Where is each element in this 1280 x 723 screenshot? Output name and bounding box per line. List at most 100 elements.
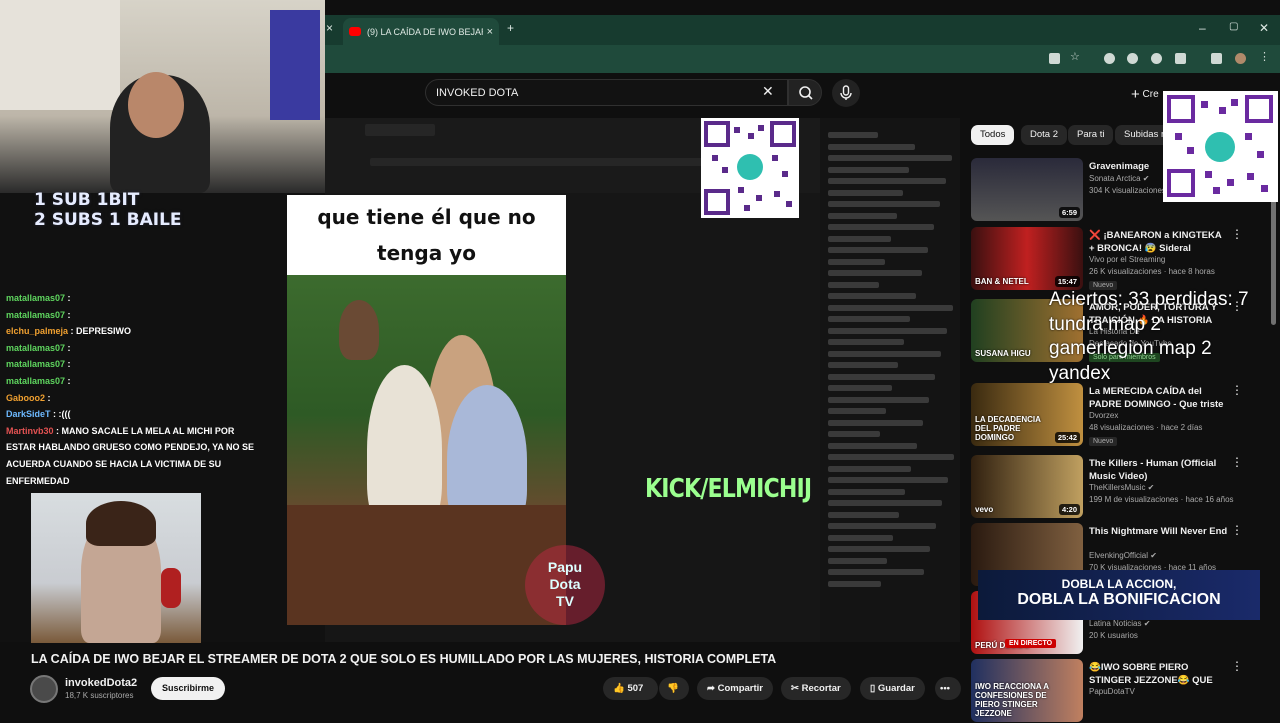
thumbnail-text: SUSANA HIGU — [975, 349, 1031, 358]
stream-chat-line — [828, 488, 905, 495]
chat-username: matallamas07 — [6, 359, 66, 370]
clip-button[interactable]: ✂ Recortar — [781, 677, 851, 700]
recommendation-meta: 20 K usuarios — [1089, 631, 1138, 640]
subs-promo-banner: 1 SUB 1BIT 2 SUBS 1 BAILE — [34, 190, 182, 230]
video-thumbnail[interactable]: 6:59 — [971, 158, 1083, 221]
save-button[interactable]: ▯ Guardar — [860, 677, 925, 700]
stream-chat-line — [828, 350, 941, 357]
browser-menu-icon[interactable]: ⋮ — [1259, 50, 1270, 63]
chat-username: matallamas07 — [6, 375, 66, 386]
new-tab-button[interactable]: + — [507, 21, 514, 35]
video-thumbnail[interactable]: BAN & NETEL 15:47 — [971, 227, 1083, 290]
filter-chip[interactable]: Todos — [971, 125, 1015, 145]
qr-code-image — [1163, 91, 1278, 202]
status-badge: Nuevo — [1089, 437, 1118, 446]
chat-text: : — [65, 342, 71, 353]
recommendation-channel[interactable]: Sonata Arctica ✔ — [1089, 174, 1150, 183]
stream-chat-line — [828, 580, 881, 587]
chat-text: : — [65, 359, 71, 370]
recommendation-title[interactable]: La MERECIDA CAÍDA del PADRE DOMINGO - Qu… — [1089, 385, 1229, 411]
filter-chip[interactable]: Dota 2 — [1021, 125, 1067, 145]
bookmark-star-icon[interactable]: ☆ — [1070, 50, 1081, 63]
recommendation-title[interactable]: The Killers - Human (Official Music Vide… — [1089, 457, 1229, 483]
stream-chat-line — [828, 339, 904, 345]
extensions-puzzle-icon[interactable] — [1175, 53, 1186, 64]
more-options-icon[interactable]: ⋮ — [1231, 523, 1243, 537]
overlay-chat-message: DarkSideT : :((( — [6, 406, 256, 423]
microphone-icon — [840, 85, 852, 100]
qr-code-image — [701, 118, 799, 218]
tab-title: (9) LA CAÍDA DE IWO BEJAR EL — [367, 26, 483, 37]
recommendation-meta: 26 K visualizaciones · hace 8 horas — [1089, 267, 1215, 276]
media-control-icon[interactable] — [1211, 53, 1222, 64]
like-button[interactable]: 👍 507 — [603, 677, 658, 700]
extension-icon[interactable] — [1104, 53, 1115, 64]
recommendation-channel[interactable]: TheKillersMusic ✔ — [1089, 483, 1154, 492]
extension-icon[interactable] — [1127, 53, 1138, 64]
recommendation-title[interactable]: ❌ ¡BANEARON a KINGTEKA + BRONCA! 😰 Sider… — [1089, 229, 1229, 255]
voice-search-button[interactable] — [832, 79, 860, 107]
more-options-icon[interactable]: ⋮ — [1231, 455, 1243, 469]
more-actions-button[interactable]: ••• — [935, 677, 961, 700]
window-close-button[interactable]: ✕ — [1259, 21, 1269, 35]
duration-badge: 4:20 — [1058, 504, 1080, 515]
window-maximize-button[interactable]: ▢ — [1229, 21, 1238, 32]
overlay-chat-message: elchu_palmeja : DEPRESIWO — [6, 323, 256, 340]
recommendation-item[interactable]: LA DECADENCIA DEL PADRE DOMINGO 25:42 La M… — [971, 383, 1271, 447]
stream-chat-line — [828, 362, 898, 368]
chat-username: Martinvb30 — [6, 425, 54, 436]
video-thumbnail[interactable]: IWO REACCIONA A CONFESIONES DE PIERO STI… — [971, 659, 1083, 722]
poster — [270, 10, 320, 120]
dislike-button[interactable]: 👎 — [659, 677, 689, 700]
recommendation-meta: 304 K visualizaciones — [1089, 186, 1166, 195]
create-button[interactable]: + Cre — [1131, 86, 1159, 103]
recommendation-channel[interactable]: Vivo por el Streaming — [1089, 255, 1165, 264]
plus-icon: + — [1131, 86, 1140, 103]
create-label: Cre — [1142, 89, 1159, 100]
chat-text: : — [65, 309, 71, 320]
profile-avatar[interactable] — [1235, 53, 1246, 64]
promo-banner[interactable]: DOBLA LA ACCION, DOBLA LA BONIFICACION — [978, 570, 1260, 620]
overlay-chat-message: matallamas07 : — [6, 373, 256, 390]
stream-chat-line — [828, 212, 897, 219]
overlay-chat-message: Martinvb30 : MANO SACALE LA MELA AL MICH… — [6, 423, 256, 489]
video-thumbnail[interactable]: vevo 4:20 — [971, 455, 1083, 518]
guest-webcam — [31, 493, 201, 643]
share-button[interactable]: ➦ Compartir — [697, 677, 774, 700]
extension-icon[interactable] — [1151, 53, 1162, 64]
recommendation-title[interactable]: 😂IWO SOBRE PIERO STINGER JEZZONE😂 QUE TR… — [1089, 661, 1229, 687]
qr-code-icon — [1167, 95, 1273, 197]
channel-name[interactable]: invokedDota2 — [65, 677, 137, 689]
subscriber-count: 18,7 K suscriptores — [65, 691, 134, 700]
recommendation-item[interactable]: vevo 4:20 The Killers - Human (Official Mu… — [971, 455, 1271, 519]
overlay-chat-message: matallamas07 : — [6, 307, 256, 324]
browser-tab-active[interactable]: (9) LA CAÍDA DE IWO BEJAR EL × — [343, 18, 499, 45]
recommendation-channel[interactable]: Latina Noticias ✔ — [1089, 619, 1150, 628]
search-input[interactable]: INVOKED DOTA — [425, 79, 788, 106]
recommendation-item[interactable]: BAN & NETEL 15:47 ❌ ¡BANEARON a KINGTEKA +… — [971, 227, 1271, 291]
stream-chat-line — [828, 511, 899, 518]
meme-caption-line: que tiene él que no — [317, 205, 536, 229]
subs-line: 1 SUB 1BIT — [34, 190, 140, 210]
recommendation-channel[interactable]: Dvorzex — [1089, 411, 1118, 420]
youtube-favicon-icon — [349, 27, 361, 36]
subscribe-button[interactable]: Suscribirme — [151, 677, 226, 700]
search-button[interactable] — [788, 79, 822, 106]
recommendation-channel[interactable]: PapuDotaTV — [1089, 687, 1135, 696]
clear-search-icon[interactable]: ✕ — [762, 83, 774, 100]
more-options-icon[interactable]: ⋮ — [1231, 659, 1243, 673]
recommendation-title[interactable]: This Nightmare Will Never End — [1089, 525, 1229, 538]
recommendation-item[interactable]: IWO REACCIONA A CONFESIONES DE PIERO STI… — [971, 659, 1271, 723]
window-minimize-button[interactable]: – — [1199, 21, 1206, 35]
stream-chat-line — [828, 534, 893, 541]
filter-chip[interactable]: Para ti — [1068, 125, 1114, 145]
install-app-icon[interactable] — [1049, 53, 1060, 64]
more-options-icon[interactable]: ⋮ — [1231, 227, 1243, 241]
captured-tab — [365, 124, 435, 136]
channel-avatar[interactable] — [30, 675, 58, 703]
tab-close-icon[interactable]: × — [487, 26, 493, 38]
video-thumbnail[interactable]: LA DECADENCIA DEL PADRE DOMINGO 25:42 — [971, 383, 1083, 446]
prev-tab-close-icon[interactable]: × — [326, 21, 333, 35]
browser-address-bar: ☆ ⋮ — [325, 45, 1280, 73]
recommendation-channel[interactable]: ElvenkingOfficial ✔ — [1089, 551, 1157, 560]
